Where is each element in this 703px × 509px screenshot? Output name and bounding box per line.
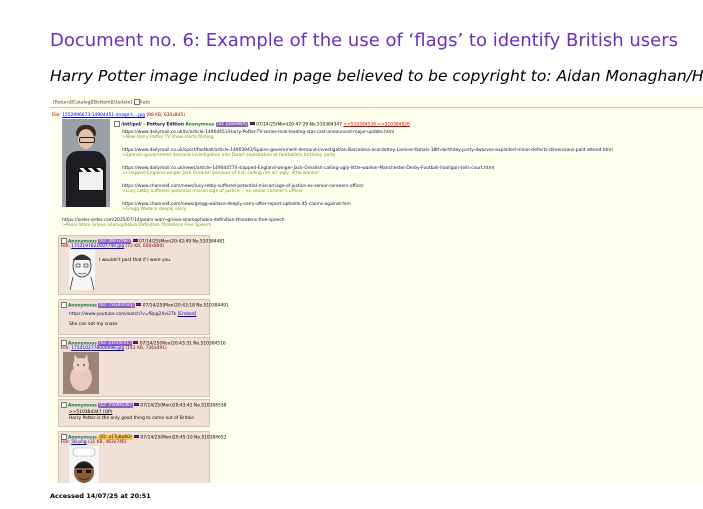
- reply-post-number[interactable]: No.510384481: [193, 239, 225, 244]
- thread-screenshot: [Return][Catalog][Bottom][Update] Auto F…: [50, 96, 703, 483]
- reply-post-number[interactable]: No.510384491: [196, 303, 228, 308]
- uk-flag-icon: [132, 239, 138, 243]
- reply-file-label: File:: [61, 346, 70, 351]
- op-item-3: https://www.dailymail.co.uk/news/article…: [122, 166, 494, 176]
- reply-poster-id[interactable]: (ID: mkWrU3k): [98, 403, 133, 409]
- op-checkbox[interactable]: [114, 121, 120, 127]
- reply-datetime: 07/14/25(Mon)20:43:18: [142, 303, 195, 309]
- op-extra-quote: >Pears Warn Grieve Islamophobia Definiti…: [62, 223, 212, 228]
- reply-datetime: 07/14/25(Mon)20:45:10: [140, 435, 193, 441]
- embed-link[interactable]: [Embed]: [178, 312, 197, 317]
- nav-update-link[interactable]: [Update]: [112, 101, 132, 106]
- reply-header: Anonymous (ID: 7xGBnlhsq) 07/14/25(Mon)2…: [61, 302, 229, 309]
- op-item-quote: >Lucy Letby suffered 'potential miscarri…: [122, 189, 303, 194]
- reply-file-label: File:: [61, 244, 70, 249]
- reply-file-meta: (142 KB, 736x491): [125, 346, 167, 351]
- op-header: /intl/pol/ - Pottery Edition Anonymous (…: [114, 121, 410, 128]
- thread-nav: [Return][Catalog][Bottom][Update] Auto: [53, 99, 150, 106]
- uk-flag-icon: [134, 435, 140, 439]
- reply-name: Anonymous: [68, 303, 97, 309]
- op-reply-links[interactable]: >>510384538 >>510384826: [343, 122, 409, 127]
- op-item-quote: >Spanish government demand investigation…: [122, 153, 336, 158]
- op-file-label: File:: [52, 113, 61, 118]
- reply-checkbox[interactable]: [61, 434, 67, 440]
- reply-image[interactable]: [69, 446, 99, 483]
- op-item-quote: >Gregg Wallace deeply sorry: [122, 207, 187, 212]
- reply-file-meta: (72 KB, 600x800): [125, 244, 164, 249]
- op-datetime: 07/14/25(Mon)20:47:29: [256, 122, 309, 128]
- reply-header: Anonymous (ID: mkWrU3k) 07/14/25(Mon)20:…: [61, 402, 226, 409]
- reply-checkbox[interactable]: [61, 402, 67, 408]
- op-file-info: File: 1552996673-14904451-image-t....jpg…: [52, 113, 185, 118]
- accessed-timestamp: Accessed 14/07/25 at 20:51: [50, 492, 151, 500]
- reply-file-info: File: 1754102778000998.jpg (142 KB, 736x…: [61, 346, 167, 351]
- op-item-4: https://www.channel4.com/news/lucy-letby…: [122, 184, 364, 194]
- reply-file-label: File:: [61, 440, 70, 445]
- reply-post-number[interactable]: No.510384538: [194, 403, 226, 408]
- reply-text: I wouldn't post that if I were you.: [99, 258, 172, 263]
- op-poster-id[interactable]: (ID: pokeN0A): [215, 122, 249, 128]
- nav-bottom-link[interactable]: [Bottom]: [92, 101, 112, 106]
- reply-file-link[interactable]: 1752197821607749.jpg: [71, 244, 124, 249]
- document-subtitle: Harry Potter image included in page beli…: [50, 67, 703, 85]
- reply-url-line: https://www.youtube.com/watch?v=f8pg2Xvi…: [69, 312, 196, 317]
- divider: [50, 107, 703, 108]
- reply-file-info: File: 58.png (31 KB, 483x746): [61, 440, 126, 445]
- op-file-link[interactable]: 1552996673-14904451-image-t....jpg: [62, 113, 145, 118]
- reply-datetime: 07/14/25(Mon)20:43:42: [140, 403, 193, 409]
- nav-return-link[interactable]: [Return]: [53, 101, 71, 106]
- nav-auto-label: Auto: [139, 100, 150, 106]
- reply-file-link[interactable]: 58.png: [71, 440, 86, 445]
- reply-text: Harry Potter is the only good thing to c…: [69, 416, 195, 421]
- op-subject: /intl/pol/ - Pottery Edition: [121, 122, 184, 128]
- uk-flag-icon: [249, 122, 255, 126]
- reply-quote-link[interactable]: >>510384347 (OP): [69, 410, 112, 415]
- cartoon-face-icon: [72, 447, 96, 483]
- op-name: Anonymous: [185, 122, 215, 128]
- uk-flag-icon: [136, 303, 142, 307]
- reply-post: Anonymous (ID: 7xGBnlhsq) 07/14/25(Mon)2…: [58, 299, 229, 335]
- nav-catalog-link[interactable]: [Catalog]: [71, 101, 92, 106]
- reply-image[interactable]: [69, 250, 95, 290]
- reply-poster-id[interactable]: (ID: 7xGBnlhsq): [98, 303, 135, 309]
- reply-file-meta: (31 KB, 483x746): [87, 440, 127, 445]
- uk-flag-icon: [133, 341, 139, 345]
- op-item-2: https://www.dailymail.co.uk/sport/footba…: [122, 148, 613, 158]
- reply-checkbox[interactable]: [61, 238, 67, 244]
- op-item-1: https://www.dailymail.co.uk/tv/article-1…: [122, 130, 394, 140]
- op-file-meta: (98 KB, 634x845): [146, 113, 185, 118]
- op-image[interactable]: [62, 119, 110, 207]
- reply-post: Anonymous (ID: JWin20wi) 07/14/25(Mon)20…: [58, 235, 225, 295]
- reply-file-info: File: 1752197821607749.jpg (72 KB, 600x8…: [61, 244, 164, 249]
- op-extra-item: https://order-order.com/2025/07/14/pears…: [62, 218, 285, 228]
- reply-name: Anonymous: [68, 403, 97, 409]
- document-title: Document no. 6: Example of the use of ‘f…: [50, 30, 679, 51]
- reply-checkbox[interactable]: [61, 340, 67, 346]
- op-post-number[interactable]: No.510384347: [310, 122, 342, 127]
- reply-post: Anonymous (ID: a1Tu8p60) 07/14/25(Mon)20…: [58, 431, 226, 483]
- sketch-face-icon: [69, 254, 95, 290]
- reply-image[interactable]: [63, 352, 99, 394]
- op-item-5: https://www.channel4.com/news/gregg-wall…: [122, 202, 351, 212]
- reply-url[interactable]: https://www.youtube.com/watch?v=f8pg2Xvi…: [69, 312, 176, 317]
- reply-file-link[interactable]: 1754102778000998.jpg: [71, 346, 124, 351]
- uk-flag-icon: [133, 403, 139, 407]
- reply-post: Anonymous (ID: p1m4ch1) 07/14/25(Mon)20:…: [58, 337, 226, 397]
- reply-text: She can eat my snake: [69, 322, 118, 327]
- op-item-quote: >New Harry Potter TV show starts filming: [122, 135, 214, 140]
- cat-photo-icon: [63, 352, 99, 394]
- reply-checkbox[interactable]: [61, 302, 67, 308]
- reply-post: Anonymous (ID: mkWrU3k) 07/14/25(Mon)20:…: [58, 399, 226, 427]
- op-item-quote: >I slapped England winger Jack Grealish …: [122, 171, 321, 176]
- reply-post-number[interactable]: No.510384516: [193, 341, 225, 346]
- reply-post-number[interactable]: No.510384653: [194, 435, 226, 440]
